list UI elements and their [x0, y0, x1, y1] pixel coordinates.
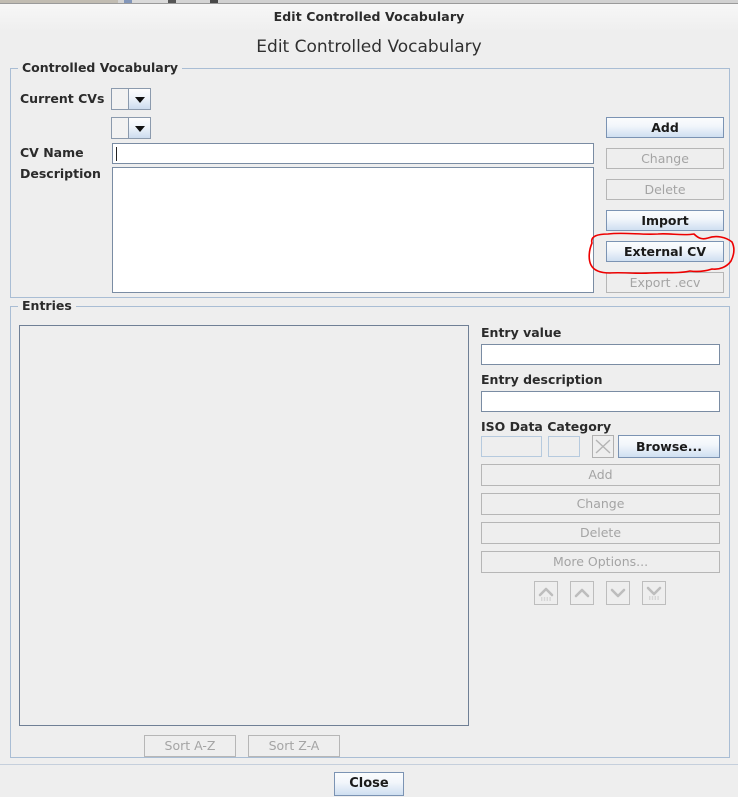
current-cvs-combobox-value [112, 89, 129, 109]
chevron-down-icon[interactable] [129, 118, 150, 138]
browse-button[interactable]: Browse... [618, 435, 720, 458]
cv-name-label: CV Name [20, 145, 84, 160]
close-x-icon [595, 439, 611, 454]
move-to-top-button [534, 581, 558, 605]
entry-description-label: Entry description [481, 372, 603, 387]
secondary-cv-combobox-value [112, 118, 129, 138]
entry-value-input[interactable] [481, 344, 720, 365]
page-title: Edit Controlled Vocabulary [256, 37, 482, 57]
entries-panel-title: Entries [18, 298, 76, 313]
add-entry-button: Add [481, 464, 720, 486]
change-entry-button: Change [481, 493, 720, 515]
move-up-icon [574, 588, 590, 598]
description-label: Description [20, 166, 101, 181]
iso-short-field [548, 436, 580, 457]
secondary-cv-combobox[interactable] [111, 117, 151, 139]
current-cvs-label: Current CVs [20, 91, 105, 106]
import-cv-button[interactable]: Import [606, 210, 724, 231]
sort-az-button: Sort A-Z [144, 735, 236, 757]
export-ecv-button: Export .ecv [606, 272, 724, 293]
move-to-top-icon [538, 587, 554, 601]
description-textarea[interactable] [112, 167, 594, 293]
window-title: Edit Controlled Vocabulary [0, 4, 738, 30]
move-up-button [570, 581, 594, 605]
sort-za-button: Sort Z-A [248, 735, 340, 757]
move-to-bottom-button [642, 581, 666, 605]
controlled-vocabulary-panel-title: Controlled Vocabulary [18, 60, 183, 75]
chevron-down-icon[interactable] [129, 89, 150, 109]
delete-cv-button: Delete [606, 179, 724, 200]
entry-value-label: Entry value [481, 325, 562, 340]
move-down-icon [610, 588, 626, 598]
iso-clear-button [592, 435, 614, 458]
text-caret [116, 147, 117, 161]
move-to-bottom-icon [646, 586, 662, 600]
change-cv-button: Change [606, 148, 724, 169]
iso-data-category-label: ISO Data Category [481, 419, 612, 434]
external-cv-button[interactable]: External CV [606, 241, 724, 262]
more-options-button: More Options... [481, 551, 720, 573]
current-cvs-combobox[interactable] [111, 88, 151, 110]
add-cv-button[interactable]: Add [606, 117, 724, 138]
entries-list[interactable] [19, 325, 469, 726]
entry-description-input[interactable] [481, 391, 720, 412]
iso-code-field [481, 436, 542, 457]
close-button[interactable]: Close [334, 772, 404, 796]
move-down-button [606, 581, 630, 605]
delete-entry-button: Delete [481, 522, 720, 544]
cv-name-input[interactable] [112, 143, 594, 164]
